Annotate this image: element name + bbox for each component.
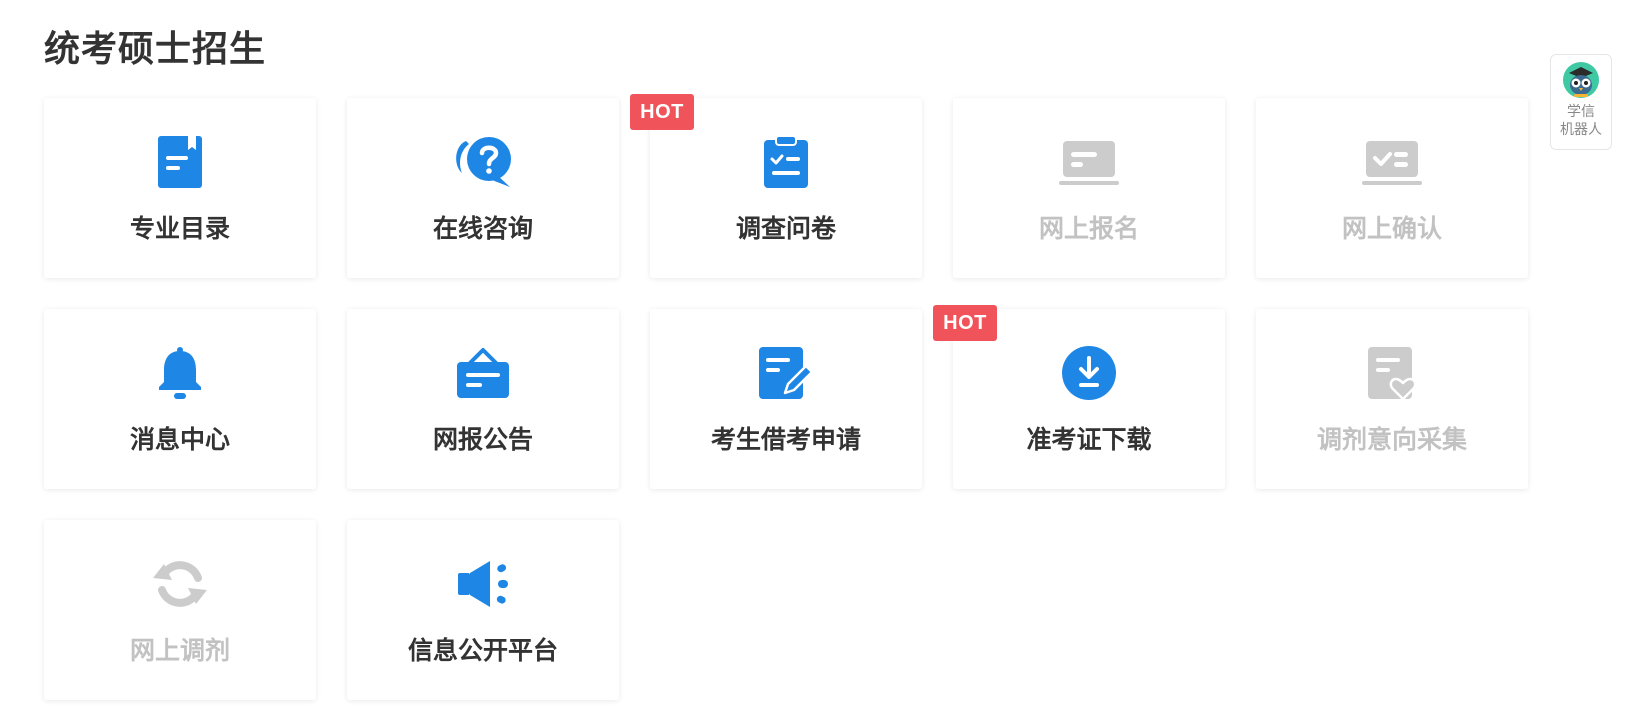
card-message-center[interactable]: 消息中心 bbox=[44, 309, 316, 489]
edit-document-icon bbox=[755, 342, 817, 404]
robot-label-line1: 学信 bbox=[1567, 104, 1595, 120]
notice-board-icon bbox=[452, 342, 514, 404]
hot-badge: HOT bbox=[630, 94, 694, 130]
card-borrow-exam-application[interactable]: 考生借考申请 bbox=[650, 309, 922, 489]
card-major-catalog[interactable]: 专业目录 bbox=[44, 98, 316, 278]
owl-avatar-icon bbox=[1562, 61, 1600, 99]
card-label: 在线咨询 bbox=[432, 214, 533, 243]
question-chat-icon bbox=[452, 131, 514, 193]
card-survey[interactable]: HOT 调查问卷 bbox=[630, 94, 922, 278]
card-online-registration[interactable]: 网上报名 bbox=[953, 98, 1225, 278]
card-label: 网上调剂 bbox=[129, 636, 230, 665]
card-adjustment-intention[interactable]: 调剂意向采集 bbox=[1256, 309, 1528, 489]
refresh-icon bbox=[149, 553, 211, 615]
robot-label-line2: 机器人 bbox=[1560, 122, 1602, 138]
megaphone-icon bbox=[452, 553, 514, 615]
bell-icon bbox=[149, 342, 211, 404]
card-online-confirmation[interactable]: 网上确认 bbox=[1256, 98, 1528, 278]
card-label: 专业目录 bbox=[129, 214, 230, 243]
document-heart-icon bbox=[1361, 342, 1423, 404]
download-circle-icon bbox=[1058, 342, 1120, 404]
card-label: 信息公开平台 bbox=[407, 636, 558, 665]
robot-assistant-button[interactable]: 学信 机器人 bbox=[1550, 54, 1612, 150]
clipboard-check-icon bbox=[755, 131, 817, 193]
card-online-consult[interactable]: 在线咨询 bbox=[347, 98, 619, 278]
card-label: 调剂意向采集 bbox=[1316, 425, 1467, 454]
page-title: 统考硕士招生 bbox=[44, 29, 267, 70]
card-label: 网报公告 bbox=[432, 425, 533, 454]
laptop-form-icon bbox=[1058, 131, 1120, 193]
book-icon bbox=[149, 131, 211, 193]
card-info-disclosure-platform[interactable]: 信息公开平台 bbox=[347, 520, 619, 700]
hot-badge: HOT bbox=[933, 305, 997, 341]
card-registration-notice[interactable]: 网报公告 bbox=[347, 309, 619, 489]
card-label: 网上报名 bbox=[1038, 214, 1139, 243]
card-admission-ticket-download[interactable]: HOT 准考证下载 bbox=[933, 305, 1225, 489]
card-label: 消息中心 bbox=[129, 425, 230, 454]
card-label: 调查问卷 bbox=[735, 214, 836, 243]
card-online-adjustment[interactable]: 网上调剂 bbox=[44, 520, 316, 700]
card-label: 考生借考申请 bbox=[710, 425, 861, 454]
service-grid: 专业目录 在线咨询 HOT 调查问卷 网上报名 网上确认 消息中心 网报公告 考… bbox=[44, 94, 1528, 700]
robot-label: 学信 机器人 bbox=[1560, 103, 1602, 139]
card-label: 准考证下载 bbox=[1026, 425, 1152, 454]
card-label: 网上确认 bbox=[1341, 214, 1442, 243]
laptop-check-icon bbox=[1361, 131, 1423, 193]
